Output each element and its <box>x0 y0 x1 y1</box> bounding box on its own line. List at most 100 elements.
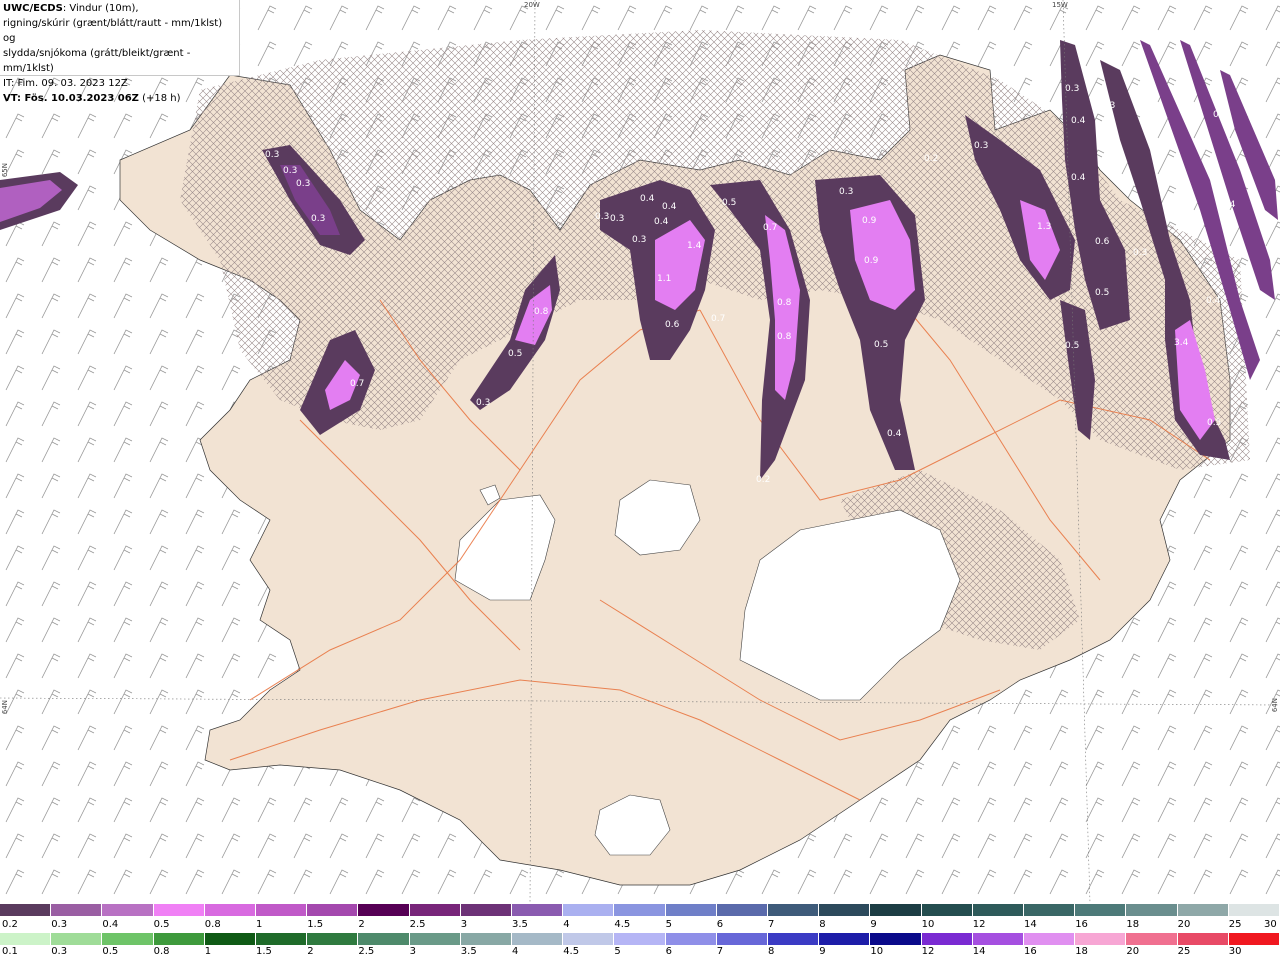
precip-label: 0.5 <box>1207 418 1221 428</box>
precip-label: 0.7 <box>350 379 364 389</box>
legend-label: 8 <box>768 946 775 957</box>
legend-swatch <box>1126 904 1178 916</box>
precip-label: 0.4 <box>662 202 677 212</box>
legend-label: 9 <box>870 919 877 930</box>
legend-swatch <box>665 933 717 945</box>
precip-label: 0.7 <box>711 314 725 324</box>
precip-label: 0.7 <box>763 223 777 233</box>
legend-label: 4.5 <box>614 919 631 930</box>
legend-swatch <box>1177 904 1229 916</box>
info-line2: rigning/skúrir (grænt/blátt/rautt - mm/1… <box>3 18 223 44</box>
legend-swatch <box>921 933 973 945</box>
legend-swatch <box>972 904 1025 916</box>
legend-swatch <box>716 933 769 945</box>
precip-label: 0.2 <box>924 154 938 164</box>
legend-label: 6 <box>716 919 724 930</box>
legend-label: 30 <box>1228 946 1242 957</box>
legend-swatch <box>1126 933 1178 945</box>
legend-label: 12 <box>972 919 986 930</box>
valid-time: VT: Fös. 10.03.2023 06Z <box>3 93 139 104</box>
legend-swatch <box>460 904 513 916</box>
lat-label-65n-left: 65N <box>1 163 9 178</box>
legend-label: 4 <box>512 946 519 957</box>
legend-swatch <box>0 904 52 916</box>
legend-label: 8 <box>819 919 826 930</box>
init-time: IT: Fim. 09. 03. 2023 12Z <box>3 78 128 89</box>
precip-label: 0.3 <box>974 141 988 151</box>
legend-swatch <box>102 933 154 945</box>
weather-map: 0.3 0.3 0.3 0.3 0.7 0.8 0.5 0.3 0.3 0.3 … <box>0 0 1280 903</box>
legend-swatch <box>563 904 615 916</box>
legend-label: 0.5 <box>153 919 170 930</box>
legend-label: 2 <box>358 919 365 930</box>
precip-label: 3.4 <box>1174 338 1189 348</box>
legend-swatch <box>0 933 52 945</box>
precip-label: 0.4 <box>1134 99 1149 109</box>
legend-swatch <box>204 904 257 916</box>
legend-label: 2.5 <box>358 946 375 957</box>
lon-label-20w: 20W <box>524 1 540 9</box>
precip-label: 0.4 <box>1221 200 1236 210</box>
precip-label: 0.6 <box>1095 237 1110 247</box>
legend-swatch <box>512 933 564 945</box>
legend-label: 30 <box>1264 919 1277 930</box>
precip-label: 0.5 <box>508 349 522 359</box>
legend-swatch <box>460 933 513 945</box>
info-line3: slydda/snjókoma (grátt/bleikt/grænt - mm… <box>3 48 191 74</box>
precip-label: 0.3 <box>1133 248 1147 258</box>
legend-label: 18 <box>1126 919 1140 930</box>
legend-label: 10 <box>870 946 884 957</box>
legend-label: 2 <box>307 946 314 957</box>
legend-swatch <box>1024 933 1076 945</box>
legend-label: 12 <box>921 946 935 957</box>
legend-swatch <box>665 904 717 916</box>
precip-label: 0.8 <box>777 332 792 342</box>
precip-label: 0.4 <box>1190 221 1205 231</box>
legend-label: 0.4 <box>102 919 119 930</box>
legend-label: 0.3 <box>51 946 68 957</box>
legend-swatch <box>870 904 922 916</box>
precip-label: 0.8 <box>777 298 792 308</box>
precip-label: 0.3 <box>1101 101 1115 111</box>
precip-label: 1.3 <box>1037 222 1051 232</box>
precip-label: 0.5 <box>1065 341 1079 351</box>
legend-label: 5 <box>614 946 621 957</box>
legend-label: 4 <box>563 919 570 930</box>
legend-top-bar <box>0 904 1280 916</box>
precip-label: 1.4 <box>687 241 702 251</box>
model-title: UWC/ECDS <box>3 3 63 14</box>
legend-swatch <box>870 933 922 945</box>
legend-swatch <box>1177 933 1229 945</box>
legend-label: 0.3 <box>51 919 68 930</box>
lat-label-64n-right: 64N <box>1271 698 1279 713</box>
legend-label: 2.5 <box>409 919 426 930</box>
precip-label: 0.3 <box>296 179 310 189</box>
legend-swatch <box>358 933 410 945</box>
legend-swatch <box>972 933 1025 945</box>
legend-label: 4.5 <box>563 946 580 957</box>
precip-label: 0.3 <box>311 214 325 224</box>
precip-label: 0.4 <box>640 194 655 204</box>
legend-swatch <box>512 904 564 916</box>
info-line1: : Vindur (10m), <box>62 3 139 14</box>
legend-label: 16 <box>1024 946 1037 957</box>
legend-label: 3.5 <box>512 919 528 930</box>
legend-swatch <box>153 933 205 945</box>
legend-bottom-bar <box>0 933 1280 945</box>
precip-label: 0.3 <box>610 214 624 224</box>
legend-label: 18 <box>1075 946 1088 957</box>
legend-swatch <box>563 933 615 945</box>
legend-swatch <box>51 904 103 916</box>
precip-label: 0.5 <box>1095 288 1109 298</box>
precip-label: 0.5 <box>874 340 888 350</box>
precip-label: 1.1 <box>657 274 671 284</box>
legend-swatch <box>1228 933 1280 945</box>
legend-label: 1 <box>204 946 212 957</box>
forecast-info-box: UWC/ECDS: Vindur (10m), rigning/skúrir (… <box>0 0 240 104</box>
legend-label: 5 <box>665 919 672 930</box>
precip-label: 0.9 <box>864 256 879 266</box>
legend-label: 1.5 <box>256 946 272 957</box>
legend-swatch <box>1075 933 1127 945</box>
legend-label: 16 <box>1075 919 1088 930</box>
legend-label: 20 <box>1126 946 1140 957</box>
